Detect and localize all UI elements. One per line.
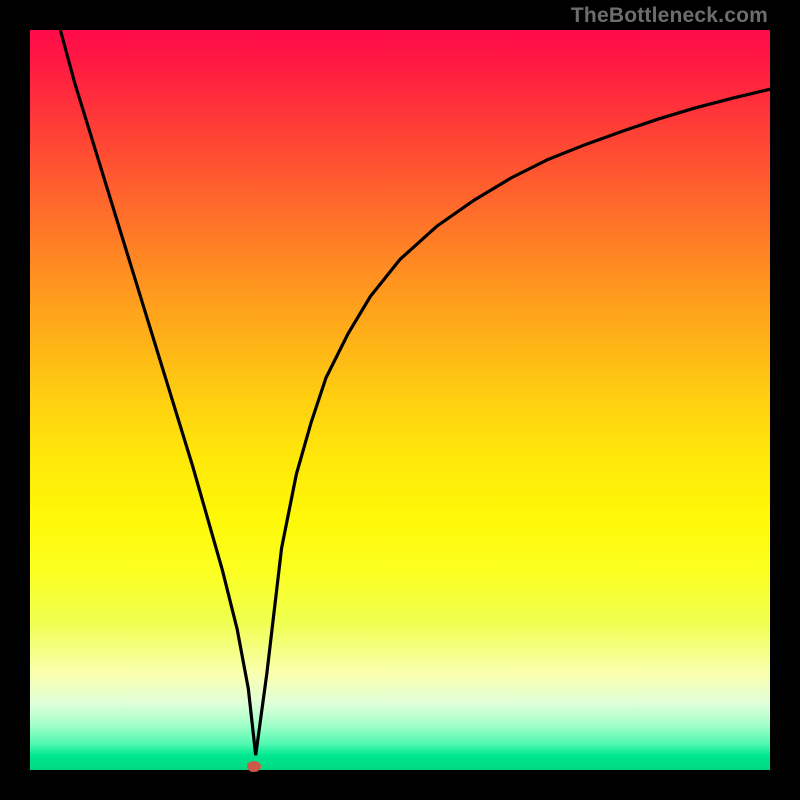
chart-frame: TheBottleneck.com [0,0,800,800]
optimal-point-marker [247,761,261,772]
watermark-text: TheBottleneck.com [571,4,768,28]
bottleneck-curve [30,30,770,770]
